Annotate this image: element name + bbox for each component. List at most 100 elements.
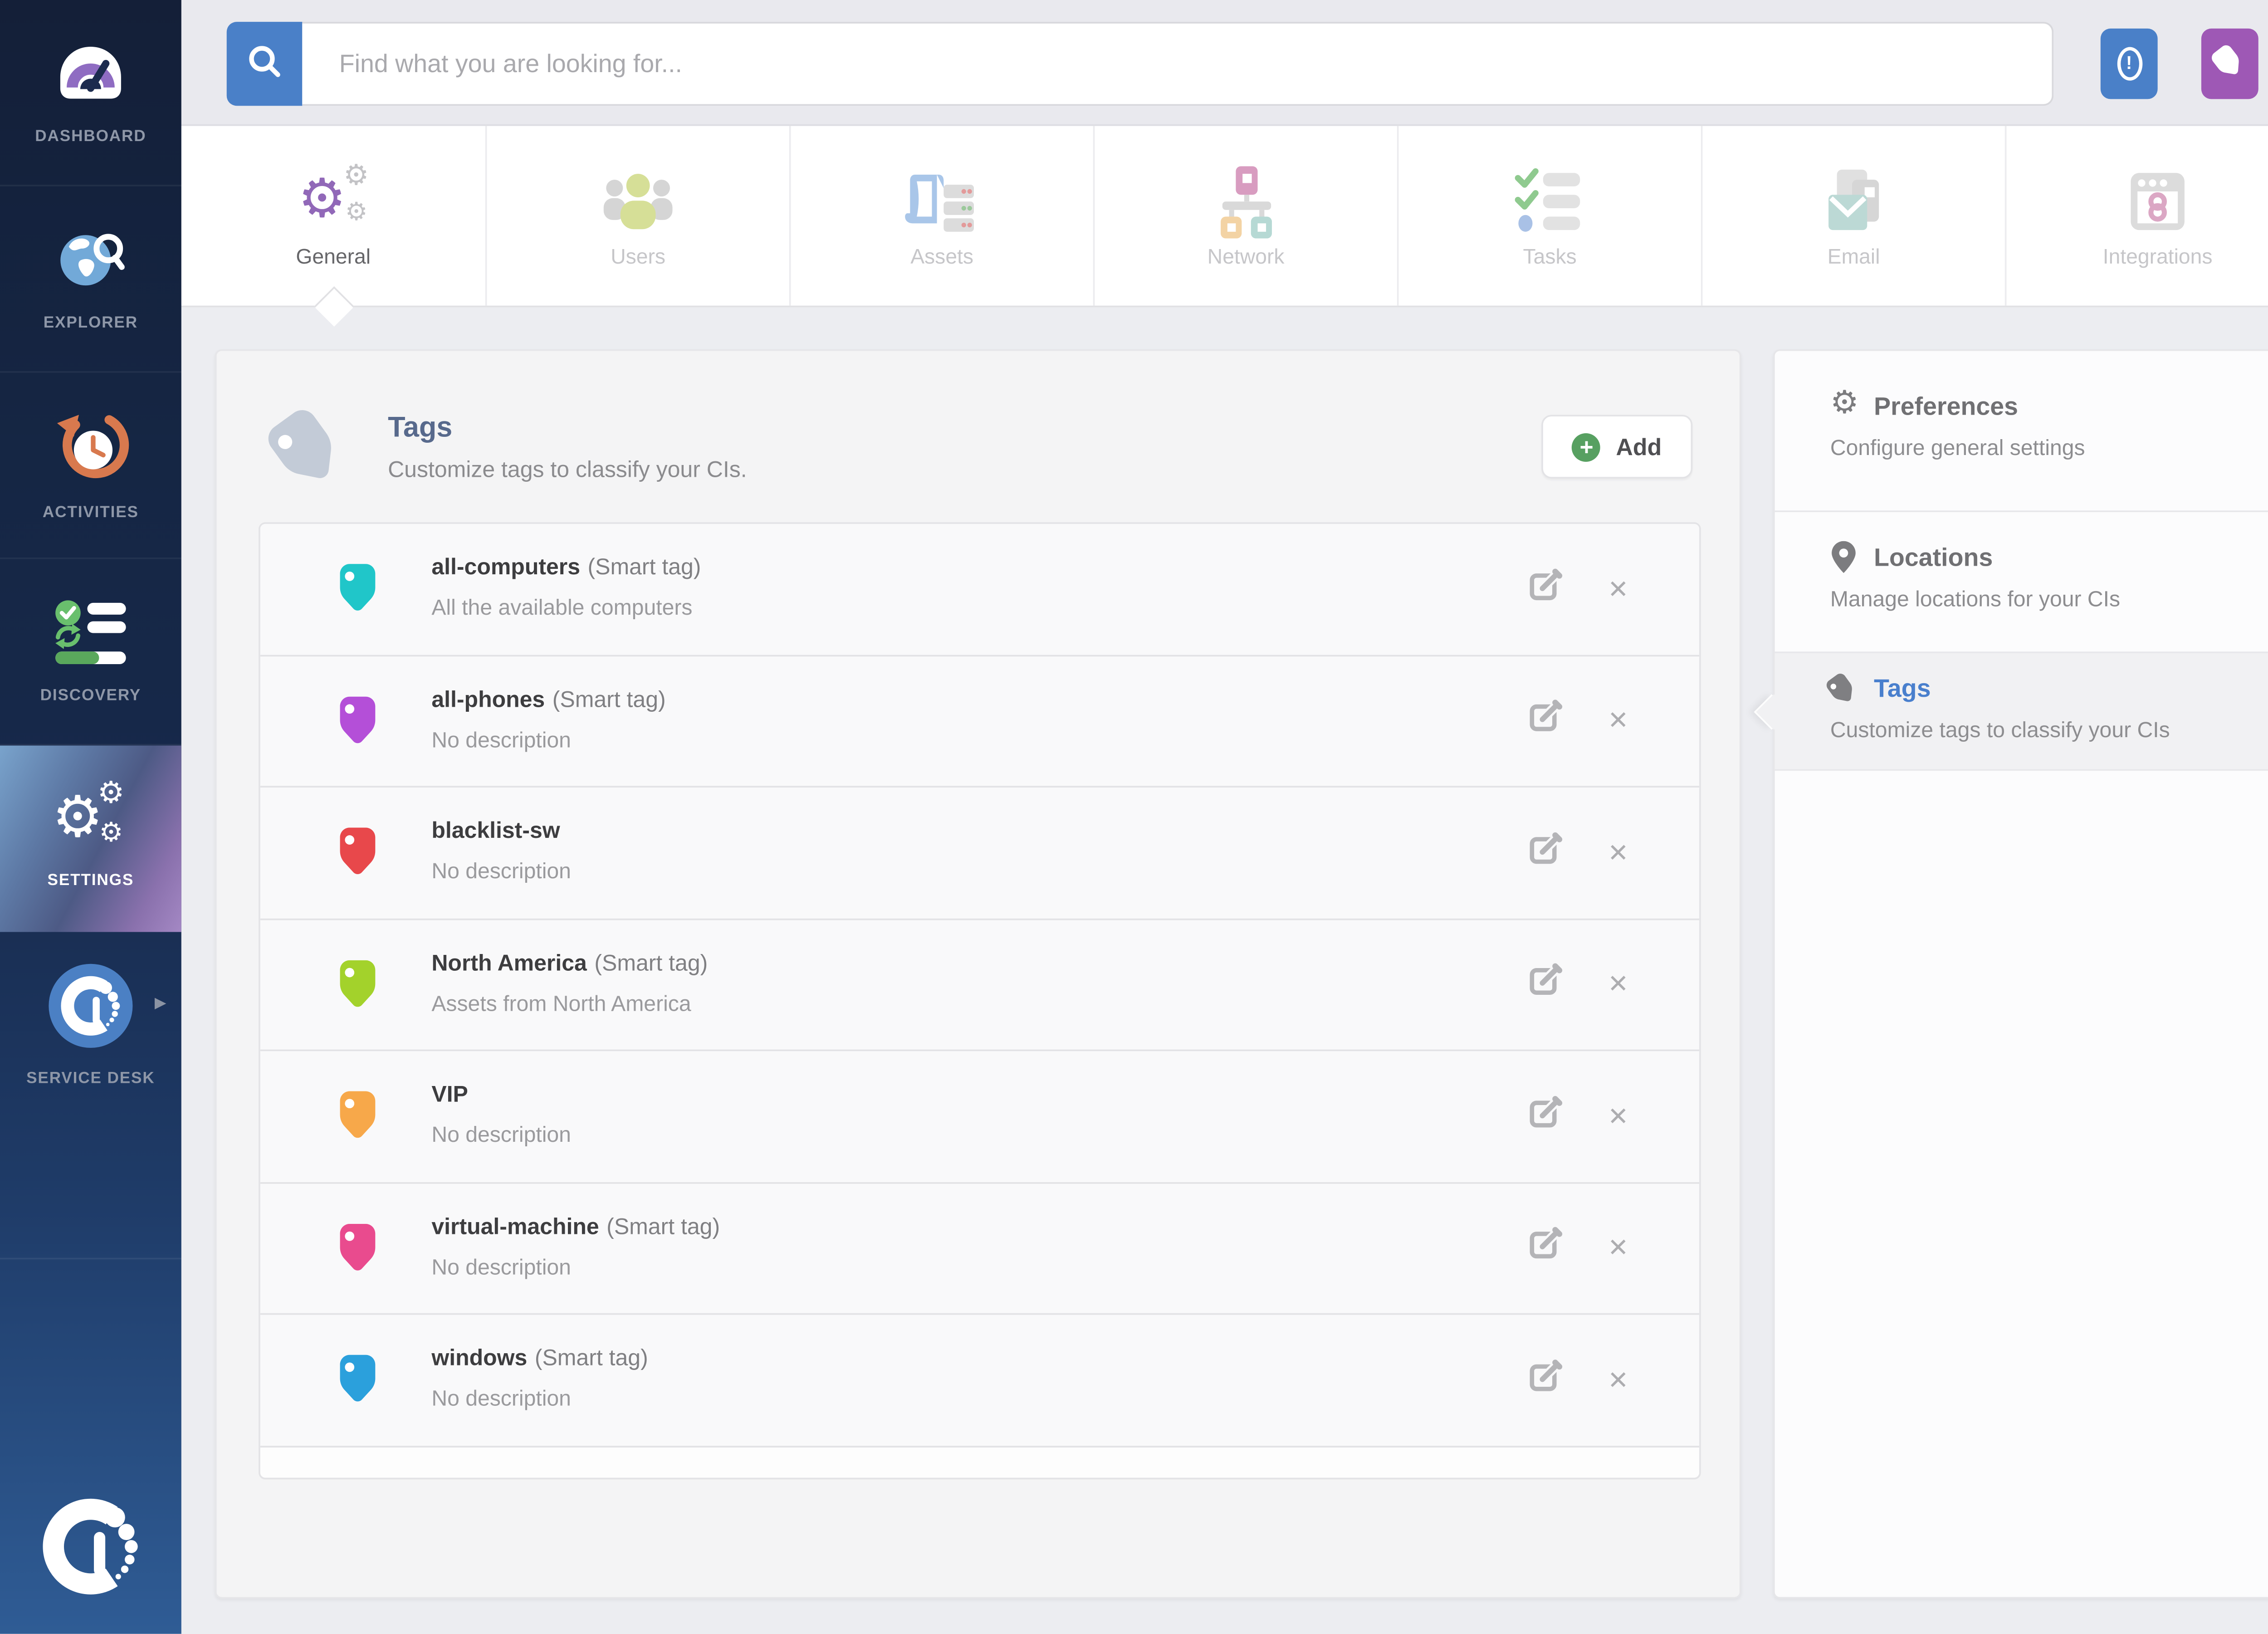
- tab-general[interactable]: ⚙⚙⚙ General: [181, 126, 485, 306]
- sidebar-item-service-desk[interactable]: SERVICE DESK ▶: [0, 932, 181, 1118]
- tag-color-icon: [334, 1352, 381, 1409]
- edit-icon[interactable]: [1529, 963, 1564, 1006]
- tab-users[interactable]: Users: [485, 126, 789, 306]
- tag-name-line: virtual-machine (Smart tag): [431, 1212, 720, 1242]
- edit-icon[interactable]: [1529, 1358, 1564, 1402]
- tag-name: blacklist-sw: [431, 818, 560, 843]
- tag-icon: [1821, 669, 1868, 718]
- search-icon: [246, 43, 283, 85]
- sidebar-item-label: SETTINGS: [48, 871, 134, 889]
- tab-integrations[interactable]: Integrations: [2005, 126, 2268, 306]
- checklist-progress-icon: [52, 599, 129, 675]
- tag-name: all-phones: [431, 686, 545, 711]
- tag-list: all-computers (Smart tag) All the availa…: [259, 522, 1701, 1479]
- panel-item-locations[interactable]: Locations Manage locations for your CIs: [1775, 512, 2268, 653]
- add-tag-button[interactable]: + Add: [1541, 415, 1692, 479]
- card-subtitle: Customize tags to classify your CIs.: [388, 457, 747, 482]
- delete-icon[interactable]: ✕: [1608, 969, 1629, 1000]
- tab-network[interactable]: Network: [1093, 126, 1397, 306]
- sidebar-item-label: ACTIVITIES: [43, 503, 139, 522]
- gauge-icon: [52, 39, 129, 115]
- exclamation-icon: !: [2116, 47, 2142, 81]
- tag-row: all-computers (Smart tag) All the availa…: [260, 524, 1699, 656]
- search-input[interactable]: [302, 22, 2053, 106]
- checklist-icon: [1515, 164, 1585, 238]
- search-button[interactable]: [227, 22, 303, 106]
- globe-search-icon: [52, 226, 129, 302]
- map-pin-icon: [1830, 541, 1857, 583]
- sidebar-item-label: SERVICE DESK: [26, 1070, 155, 1088]
- sidebar-item-activities[interactable]: ACTIVITIES: [0, 373, 181, 559]
- edit-icon[interactable]: [1529, 831, 1564, 874]
- topbar: ! + ▼ 1: [181, 0, 2268, 126]
- app-window: DASHBOARD EXPLORER: [0, 0, 2268, 1634]
- general-settings-panel: ⚙ Preferences Configure general settings…: [1773, 349, 2268, 1599]
- people-icon: [601, 164, 675, 238]
- delete-icon[interactable]: ✕: [1608, 706, 1629, 736]
- network-tree-icon: [1209, 164, 1283, 238]
- tag-type-label: (Smart tag): [552, 686, 666, 711]
- sidebar-item-label: DISCOVERY: [40, 686, 142, 704]
- edit-icon[interactable]: [1529, 699, 1564, 743]
- alerts-button[interactable]: !: [2101, 29, 2158, 99]
- content-area: Tags Customize tags to classify your CIs…: [181, 307, 2268, 1634]
- delete-icon[interactable]: ✕: [1608, 574, 1629, 604]
- edit-icon[interactable]: [1529, 1095, 1564, 1138]
- clock-history-icon: [52, 409, 129, 491]
- tag-description: No description: [431, 726, 665, 752]
- panel-item-tags[interactable]: Tags Customize tags to classify your CIs: [1775, 653, 2268, 771]
- sidebar-item-discovery[interactable]: DISCOVERY: [0, 559, 181, 746]
- sidebar-item-explorer[interactable]: EXPLORER: [0, 186, 181, 373]
- invgate-logo: [42, 1498, 140, 1604]
- delete-icon[interactable]: ✕: [1608, 1101, 1629, 1131]
- tag-name: VIP: [431, 1081, 468, 1107]
- tab-assets[interactable]: Assets: [789, 126, 1093, 306]
- tag-row: virtual-machine (Smart tag) No descripti…: [260, 1183, 1699, 1315]
- tag-color-icon: [334, 956, 381, 1013]
- tag-icon: [255, 399, 363, 509]
- global-search: [227, 22, 2053, 106]
- tab-email[interactable]: Email: [1701, 126, 2005, 306]
- panel-item-preferences[interactable]: ⚙ Preferences Configure general settings: [1775, 351, 2268, 512]
- tag-name-line: windows (Smart tag): [431, 1343, 648, 1374]
- tag-description: Assets from North America: [431, 990, 708, 1015]
- chevron-right-icon[interactable]: ▶: [155, 996, 166, 1013]
- delete-icon[interactable]: ✕: [1608, 1233, 1629, 1263]
- tag-icon: [2206, 39, 2253, 88]
- tag-description: No description: [431, 1253, 720, 1279]
- tag-name: windows: [431, 1345, 527, 1370]
- delete-icon[interactable]: ✕: [1608, 837, 1629, 868]
- sidebar-divider: [0, 1118, 181, 1259]
- tags-card: Tags Customize tags to classify your CIs…: [215, 349, 1741, 1599]
- service-desk-logo-icon: [47, 962, 134, 1058]
- link-window-icon: [2121, 164, 2195, 238]
- gear-icon: ⚙: [1830, 388, 1859, 420]
- tab-tasks[interactable]: Tasks: [1397, 126, 1701, 306]
- tag-description: No description: [431, 1385, 648, 1411]
- tag-name-line: all-phones (Smart tag): [431, 684, 665, 714]
- tag-name-line: all-computers (Smart tag): [431, 553, 701, 583]
- card-title: Tags: [388, 411, 452, 445]
- tag-color-icon: [334, 1220, 381, 1277]
- settings-tabbar: ⚙⚙⚙ General Users: [181, 126, 2268, 308]
- plus-icon: +: [1572, 432, 1601, 461]
- tag-color-icon: [334, 693, 381, 750]
- tag-name: virtual-machine: [431, 1213, 599, 1238]
- tag-type-label: (Smart tag): [594, 949, 708, 975]
- tags-card-header: Tags Customize tags to classify your CIs…: [217, 351, 1740, 523]
- edit-icon[interactable]: [1529, 1226, 1564, 1270]
- tag-row: blacklist-sw No description ✕: [260, 788, 1699, 920]
- sidebar-item-dashboard[interactable]: DASHBOARD: [0, 0, 181, 186]
- tag-row: North America (Smart tag) Assets from No…: [260, 920, 1699, 1052]
- tag-name: North America: [431, 949, 587, 975]
- edit-icon[interactable]: [1529, 567, 1564, 611]
- tag-type-label: (Smart tag): [588, 554, 701, 580]
- sidebar-item-settings[interactable]: ⚙ ⚙ ⚙ SETTINGS: [0, 746, 181, 932]
- tag-color-icon: [334, 825, 381, 882]
- tags-button[interactable]: [2201, 29, 2258, 99]
- tag-name: all-computers: [431, 554, 580, 580]
- sidebar: DASHBOARD EXPLORER: [0, 0, 181, 1634]
- delete-icon[interactable]: ✕: [1608, 1365, 1629, 1395]
- tag-description: No description: [431, 858, 571, 884]
- devices-icon: [904, 164, 981, 238]
